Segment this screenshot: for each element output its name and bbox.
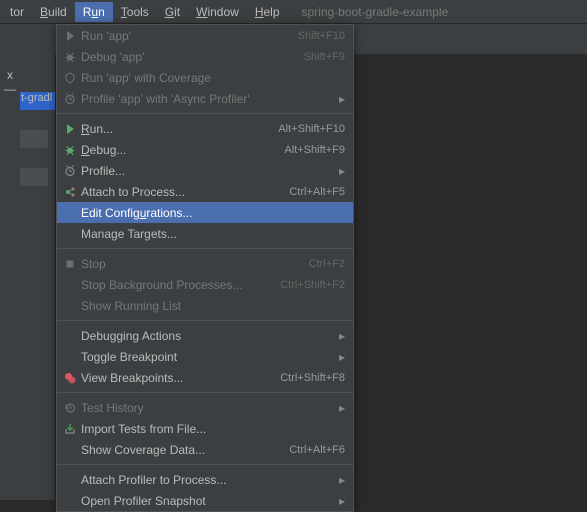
bug-icon: [61, 144, 79, 156]
clock-icon: [61, 165, 79, 177]
bug-icon: [61, 51, 79, 63]
menu-item: Run 'app' with Coverage: [57, 67, 353, 88]
menu-item[interactable]: Import Tests from File...: [57, 418, 353, 439]
menubar-item-help[interactable]: Help: [247, 2, 288, 22]
menu-item[interactable]: Open Profiler Snapshot▸: [57, 490, 353, 511]
menubar-item-build[interactable]: Build: [32, 2, 75, 22]
chevron-right-icon: ▸: [335, 473, 345, 487]
tree-item[interactable]: t-gradl: [20, 92, 55, 110]
main-menubar: tor Build Run Tools Git Window Help spri…: [0, 0, 587, 24]
menu-item[interactable]: Attach Profiler to Process...▸: [57, 469, 353, 490]
chevron-right-icon: ▸: [335, 164, 345, 178]
menubar-item-tools[interactable]: Tools: [113, 2, 157, 22]
menu-item-label: Profile 'app' with 'Async Profiler': [79, 92, 335, 106]
menu-separator: [57, 320, 353, 321]
menu-item-label: Edit Configurations...: [79, 206, 345, 220]
project-sidebar: x — t-gradl: [0, 54, 56, 500]
chevron-right-icon: ▸: [335, 92, 345, 106]
menu-item-label: Profile...: [79, 164, 335, 178]
history-icon: [61, 402, 79, 414]
menu-item-label: Show Running List: [79, 299, 345, 313]
menu-item-label: Debug...: [79, 143, 284, 157]
menu-item[interactable]: Run...Alt+Shift+F10: [57, 118, 353, 139]
menu-item: Debug 'app'Shift+F9: [57, 46, 353, 67]
menu-item: Run 'app'Shift+F10: [57, 25, 353, 46]
tree-item[interactable]: [20, 130, 48, 148]
menu-item-label: Import Tests from File...: [79, 422, 345, 436]
menu-item-label: Test History: [79, 401, 335, 415]
clock-icon: [61, 93, 79, 105]
menubar-item-window[interactable]: Window: [188, 2, 247, 22]
menu-item-label: Debug 'app': [79, 50, 304, 64]
chevron-right-icon: ▸: [335, 494, 345, 508]
menu-shortcut: Shift+F9: [304, 51, 345, 63]
import-icon: [61, 423, 79, 435]
menu-item-label: Debugging Actions: [79, 329, 335, 343]
menubar-item-git[interactable]: Git: [157, 2, 188, 22]
menu-shortcut: Ctrl+Alt+F5: [289, 186, 345, 198]
menu-item[interactable]: Debug...Alt+Shift+F9: [57, 139, 353, 160]
menu-item-label: View Breakpoints...: [79, 371, 280, 385]
menu-item: StopCtrl+F2: [57, 253, 353, 274]
menu-item[interactable]: Attach to Process...Ctrl+Alt+F5: [57, 181, 353, 202]
play-icon: [61, 123, 79, 135]
context-title: spring-boot-gradle-example: [302, 5, 449, 19]
menu-separator: [57, 248, 353, 249]
menu-item: Test History▸: [57, 397, 353, 418]
menu-item[interactable]: View Breakpoints...Ctrl+Shift+F8: [57, 367, 353, 388]
menu-separator: [57, 464, 353, 465]
stop-icon: [61, 258, 79, 270]
sidebar-tab[interactable]: x —: [0, 68, 20, 96]
run-menu-popup: Run 'app'Shift+F10Debug 'app'Shift+F9Run…: [56, 24, 354, 512]
menu-item-label: Attach to Process...: [79, 185, 289, 199]
menubar-item-previous[interactable]: tor: [2, 2, 32, 22]
menu-item[interactable]: Show Coverage Data...Ctrl+Alt+F6: [57, 439, 353, 460]
chevron-right-icon: ▸: [335, 350, 345, 364]
menu-item-label: Manage Targets...: [79, 227, 345, 241]
chevron-right-icon: ▸: [335, 329, 345, 343]
menu-item-label: Run 'app': [79, 29, 298, 43]
breakpoints-icon: [61, 372, 79, 384]
menu-item-label: Run...: [79, 122, 278, 136]
menu-separator: [57, 392, 353, 393]
menu-item-label: Show Coverage Data...: [79, 443, 289, 457]
menu-item-label: Run 'app' with Coverage: [79, 71, 345, 85]
menu-item-label: Attach Profiler to Process...: [79, 473, 335, 487]
menu-shortcut: Ctrl+Shift+F8: [280, 372, 345, 384]
menu-item[interactable]: Manage Targets...: [57, 223, 353, 244]
menu-separator: [57, 113, 353, 114]
menu-item-label: Open Profiler Snapshot: [79, 494, 335, 508]
menu-item: Show Running List: [57, 295, 353, 316]
menu-item[interactable]: Profile...▸: [57, 160, 353, 181]
menu-item[interactable]: Debugging Actions▸: [57, 325, 353, 346]
menu-shortcut: Shift+F10: [298, 30, 345, 42]
menu-shortcut: Alt+Shift+F10: [278, 123, 345, 135]
shield-icon: [61, 72, 79, 84]
menubar-item-run[interactable]: Run: [75, 2, 113, 22]
menu-item-label: Stop: [79, 257, 309, 271]
menu-item[interactable]: Edit Configurations...: [57, 202, 353, 223]
play-icon: [61, 30, 79, 42]
menu-shortcut: Ctrl+Alt+F6: [289, 444, 345, 456]
menu-item: Profile 'app' with 'Async Profiler'▸: [57, 88, 353, 109]
attach-icon: [61, 186, 79, 198]
tree-item[interactable]: [20, 168, 48, 186]
menu-shortcut: Alt+Shift+F9: [284, 144, 345, 156]
menu-item-label: Stop Background Processes...: [79, 278, 280, 292]
chevron-right-icon: ▸: [335, 401, 345, 415]
menu-item-label: Toggle Breakpoint: [79, 350, 335, 364]
menu-shortcut: Ctrl+Shift+F2: [280, 279, 345, 291]
menu-shortcut: Ctrl+F2: [309, 258, 345, 270]
menu-item[interactable]: Toggle Breakpoint▸: [57, 346, 353, 367]
menu-item: Stop Background Processes...Ctrl+Shift+F…: [57, 274, 353, 295]
